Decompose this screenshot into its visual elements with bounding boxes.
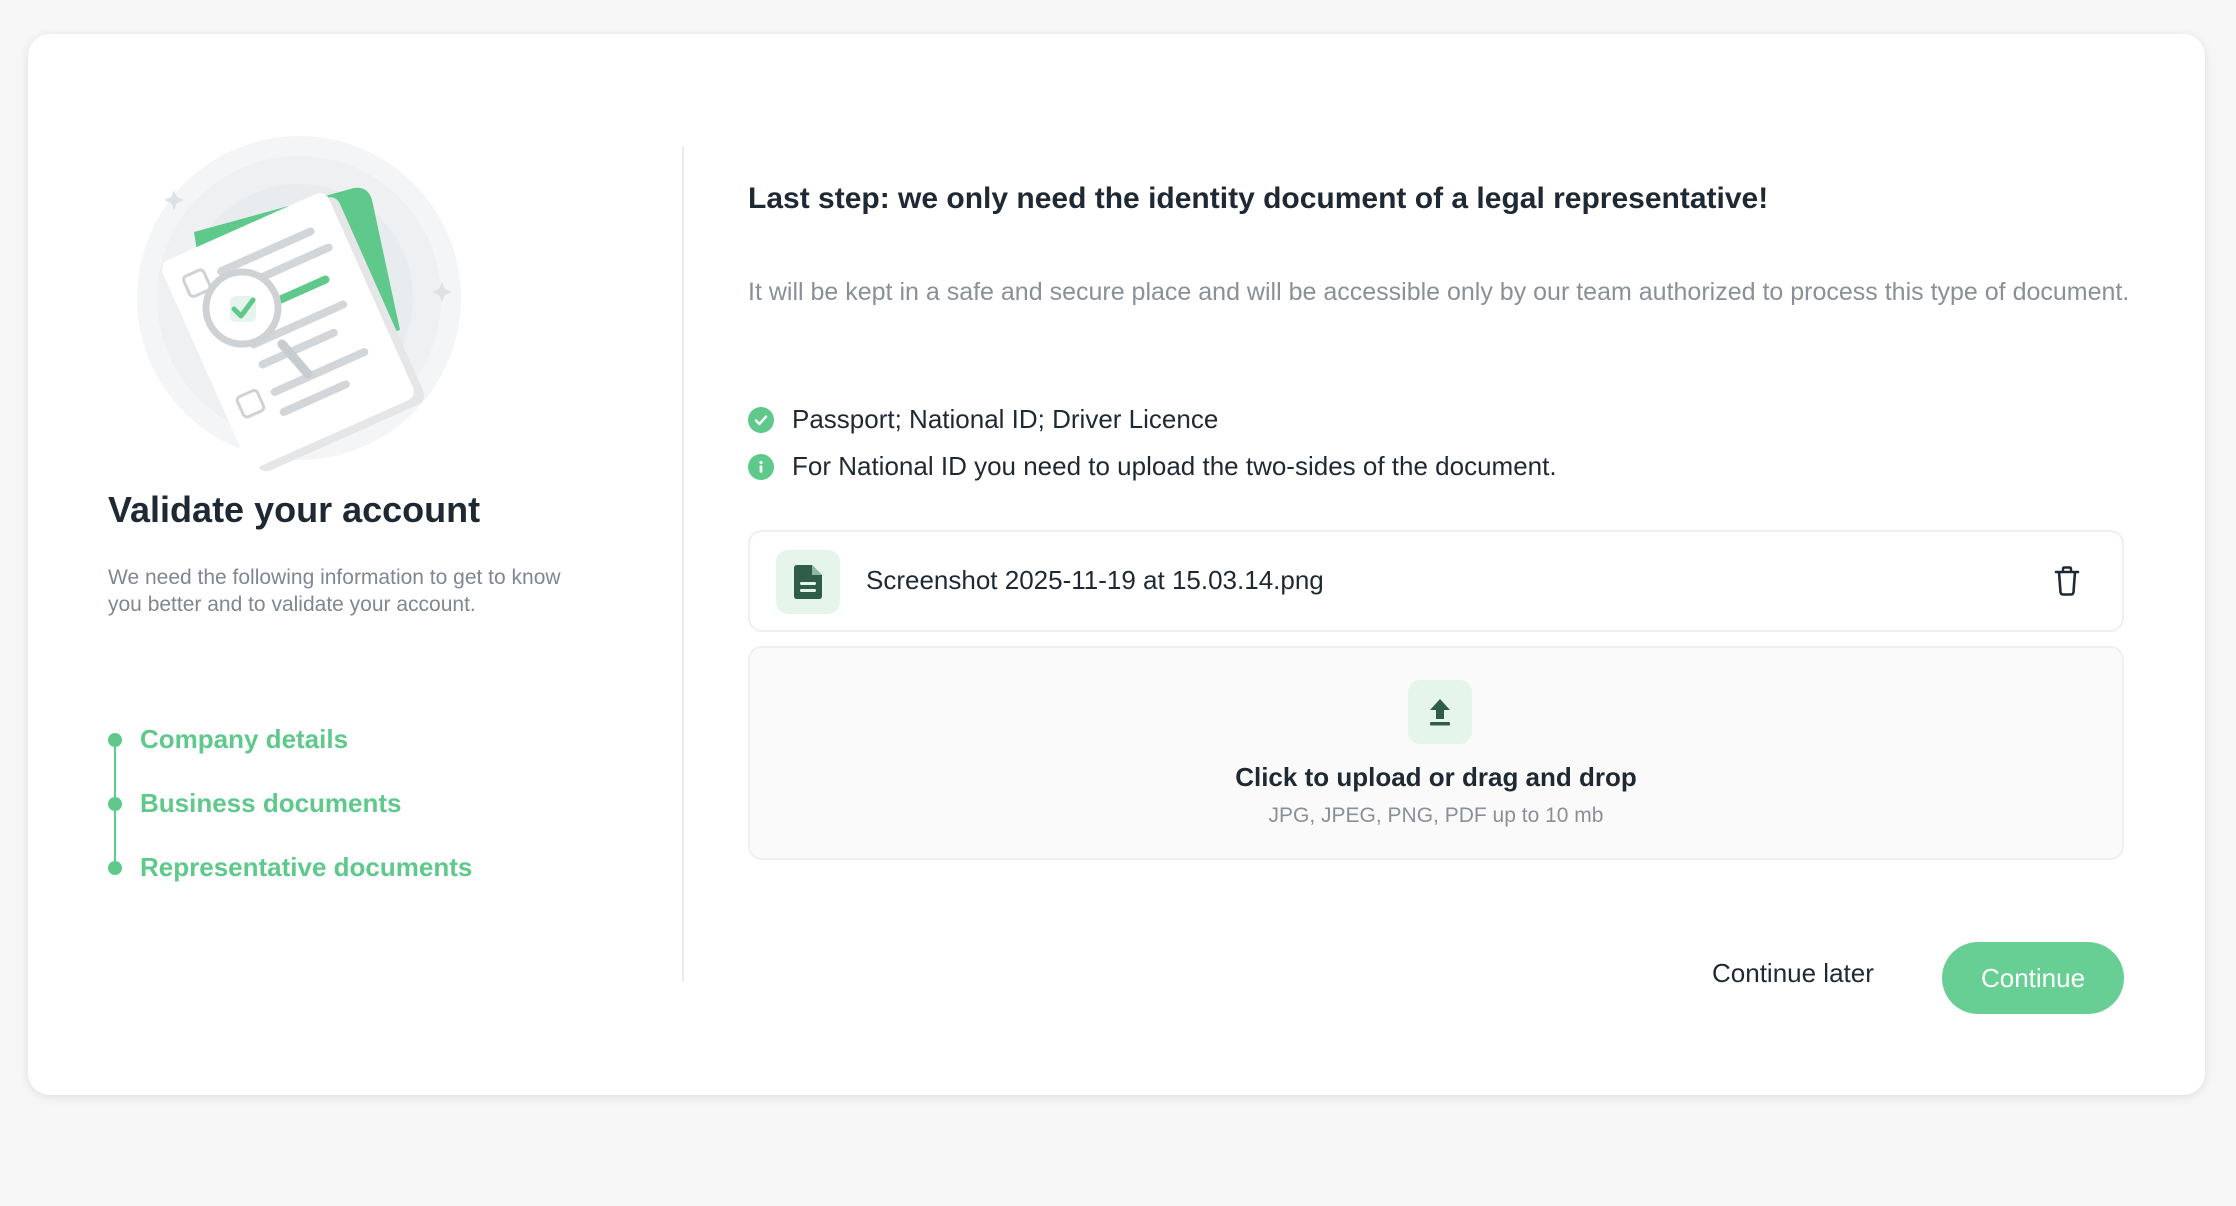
file-dropzone[interactable]: Click to upload or drag and drop JPG, JP… xyxy=(748,646,2124,860)
step-dot xyxy=(108,861,122,875)
file-name: Screenshot 2025-11-19 at 15.03.14.png xyxy=(866,565,1324,595)
page-title: Validate your account xyxy=(108,489,481,530)
continue-button[interactable]: Continue xyxy=(1942,942,2124,1014)
security-note: It will be kept in a safe and secure pla… xyxy=(748,278,2130,306)
step-dot xyxy=(108,733,122,747)
dropzone-subtitle: JPG, JPEG, PNG, PDF up to 10 mb xyxy=(1268,804,1604,827)
section-heading: Last step: we only need the identity doc… xyxy=(748,182,1769,215)
page-description: We need the following information to get… xyxy=(108,566,561,616)
requirement-item: Passport; National ID; Driver Licence xyxy=(748,404,1218,435)
uploaded-file-row: Screenshot 2025-11-19 at 15.03.14.png xyxy=(748,530,2124,632)
file-document-icon xyxy=(776,550,840,614)
requirement-item: For National ID you need to upload the t… xyxy=(748,451,1557,482)
step-representative-documents[interactable]: Representative documents xyxy=(108,852,472,916)
upload-icon xyxy=(1408,680,1472,744)
step-dot xyxy=(108,797,122,811)
requirement-text: For National ID you need to upload the t… xyxy=(792,451,1557,481)
sidebar: Validate your account We need the follow… xyxy=(28,34,683,1095)
step-label: Business documents xyxy=(140,788,402,818)
dropzone-title: Click to upload or drag and drop xyxy=(1235,762,1637,792)
step-label: Representative documents xyxy=(140,852,473,882)
validation-card: Validate your account We need the follow… xyxy=(28,34,2205,1095)
progress-steps: Company details Business documents Repre… xyxy=(108,724,472,916)
requirement-text: Passport; National ID; Driver Licence xyxy=(792,404,1219,434)
continue-later-button[interactable]: Continue later xyxy=(1712,958,1874,989)
check-circle-icon xyxy=(748,406,774,433)
trash-icon[interactable] xyxy=(2050,564,2084,598)
document-check-illustration-icon xyxy=(124,112,464,472)
step-label: Company details xyxy=(140,724,349,754)
step-company-details[interactable]: Company details xyxy=(108,724,472,788)
info-circle-icon xyxy=(748,453,774,480)
step-business-documents[interactable]: Business documents xyxy=(108,788,472,852)
column-divider xyxy=(682,146,684,982)
main-content: Last step: we only need the identity doc… xyxy=(748,34,2144,1095)
